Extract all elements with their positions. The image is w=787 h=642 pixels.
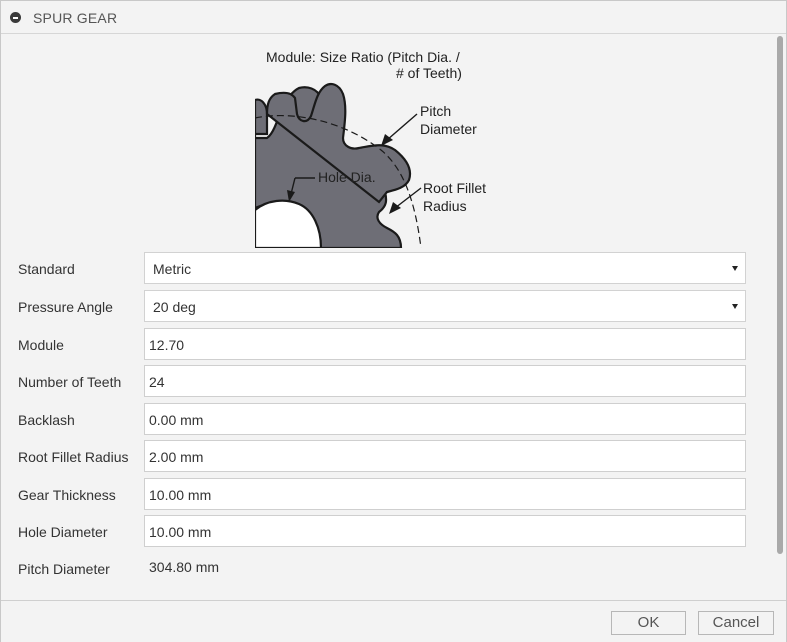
pressure-angle-row: Pressure Angle 20 deg xyxy=(1,290,775,324)
module-label: Module xyxy=(18,337,64,353)
panel-title: SPUR GEAR xyxy=(33,10,118,26)
module-input[interactable]: 12.70 xyxy=(144,328,746,360)
pressure-angle-dropdown[interactable]: 20 deg xyxy=(144,290,746,322)
module-title-line1: Module: Size Ratio (Pitch Dia. / xyxy=(266,49,460,65)
chevron-down-icon xyxy=(732,266,738,271)
number-of-teeth-input[interactable]: 24 xyxy=(144,365,746,397)
root-fillet-label-line2: Radius xyxy=(423,198,467,214)
dialog-footer: OK Cancel xyxy=(1,600,786,642)
ok-button[interactable]: OK xyxy=(611,611,686,635)
standard-row: Standard Metric xyxy=(1,252,775,286)
gear-thickness-row: Gear Thickness 10.00 mm xyxy=(1,478,775,512)
pitch-diameter-row: Pitch Diameter 304.80 mm xyxy=(1,552,775,586)
vertical-scrollbar[interactable] xyxy=(775,34,786,599)
number-of-teeth-value: 24 xyxy=(149,374,165,390)
backlash-label: Backlash xyxy=(18,412,75,428)
gear-diagram: Module: Size Ratio (Pitch Dia. / # of Te… xyxy=(255,49,486,248)
standard-value: Metric xyxy=(153,261,192,277)
hole-diameter-input[interactable]: 10.00 mm xyxy=(144,515,746,547)
gear-thickness-label: Gear Thickness xyxy=(18,487,116,503)
scrollbar-thumb[interactable] xyxy=(777,36,783,554)
root-fillet-radius-value: 2.00 mm xyxy=(149,449,204,465)
panel-header[interactable]: SPUR GEAR xyxy=(1,1,786,34)
number-of-teeth-label: Number of Teeth xyxy=(18,374,122,390)
hole-diameter-row: Hole Diameter 10.00 mm xyxy=(1,515,775,549)
root-fillet-radius-input[interactable]: 2.00 mm xyxy=(144,440,746,472)
cancel-button[interactable]: Cancel xyxy=(698,611,774,635)
root-fillet-label-line1: Root Fillet xyxy=(423,180,486,196)
backlash-row: Backlash 0.00 mm xyxy=(1,403,775,437)
standard-label: Standard xyxy=(18,261,75,277)
number-of-teeth-row: Number of Teeth 24 xyxy=(1,365,775,399)
gear-thickness-value: 10.00 mm xyxy=(149,487,212,503)
standard-dropdown[interactable]: Metric xyxy=(144,252,746,284)
module-value: 12.70 xyxy=(149,337,185,353)
module-title-line2: # of Teeth) xyxy=(396,65,462,81)
collapse-icon[interactable] xyxy=(10,12,21,23)
spur-gear-dialog: SPUR GEAR Module: Size Ratio (Pitch Dia.… xyxy=(0,0,787,642)
pitch-diameter-value: 304.80 mm xyxy=(149,559,220,575)
backlash-input[interactable]: 0.00 mm xyxy=(144,403,746,435)
pitch-label-line2: Diameter xyxy=(420,121,477,137)
pitch-diameter-label: Pitch Diameter xyxy=(18,561,110,577)
backlash-value: 0.00 mm xyxy=(149,412,204,428)
pressure-angle-value: 20 deg xyxy=(153,299,196,315)
root-fillet-radius-label: Root Fillet Radius xyxy=(18,449,129,465)
module-row: Module 12.70 xyxy=(1,328,775,362)
pressure-angle-label: Pressure Angle xyxy=(18,299,113,315)
chevron-down-icon xyxy=(732,304,738,309)
gear-thickness-input[interactable]: 10.00 mm xyxy=(144,478,746,510)
pitch-label-line1: Pitch xyxy=(420,103,451,119)
hole-diameter-label: Hole Diameter xyxy=(18,524,108,540)
hole-dia-label: Hole Dia. xyxy=(318,169,376,185)
root-fillet-radius-row: Root Fillet Radius 2.00 mm xyxy=(1,440,775,474)
hole-diameter-value: 10.00 mm xyxy=(149,524,212,540)
dialog-content: Module: Size Ratio (Pitch Dia. / # of Te… xyxy=(1,34,775,599)
